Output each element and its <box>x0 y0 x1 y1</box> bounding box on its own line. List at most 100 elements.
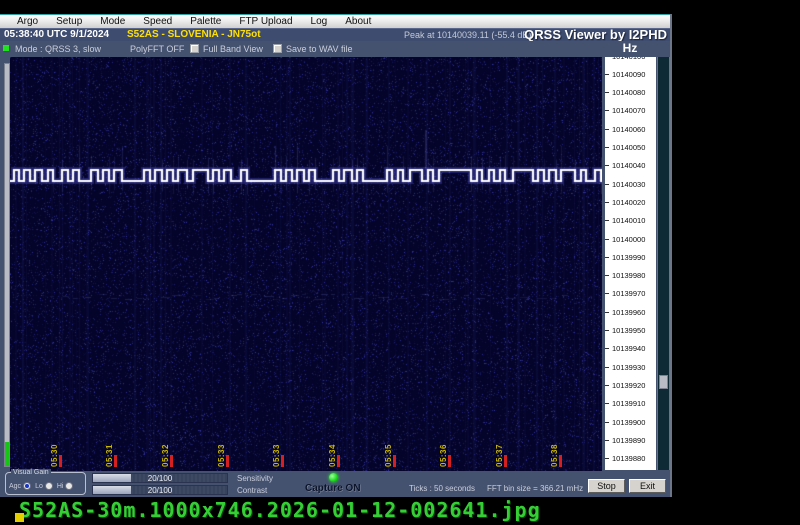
freq-value: 10139940 <box>612 344 645 353</box>
status-bar: 05:38:40 UTC 9/1/2024 S52AS - SLOVENIA -… <box>0 28 670 41</box>
freq-tick-mark <box>605 458 609 459</box>
freq-tick-mark <box>605 385 609 386</box>
signal-level-fill <box>5 442 9 466</box>
radio-agc[interactable] <box>23 482 31 490</box>
freq-tick-mark <box>605 312 609 313</box>
menu-item-setup[interactable]: Setup <box>47 15 91 28</box>
freq-label: 10139900 <box>605 417 656 427</box>
utc-clock: 05:38:40 UTC 9/1/2024 <box>4 29 109 40</box>
freq-label: 10139970 <box>605 289 656 299</box>
freq-tick-mark <box>605 147 609 148</box>
freq-tick-mark <box>605 92 609 93</box>
visual-gain-radios: Agc Lo Hi <box>9 482 77 490</box>
ticks-info: Ticks : 50 seconds <box>409 484 475 493</box>
capture-status: Capture ON <box>305 483 361 494</box>
console-cursor <box>15 513 24 522</box>
waterfall-canvas <box>10 57 602 471</box>
freq-label: 10139940 <box>605 344 656 354</box>
frequency-scrollbar[interactable] <box>657 57 670 470</box>
freq-value: 10139890 <box>612 436 645 445</box>
polyfft-status: PolyFFT OFF <box>130 44 184 54</box>
radio-hi[interactable] <box>65 482 73 490</box>
time-tick-mark <box>448 455 451 467</box>
waterfall-display: 05:3005:3105:3205:3305:3305:3405:3505:36… <box>10 57 602 471</box>
time-tick-mark <box>281 455 284 467</box>
menu-item-argo[interactable]: Argo <box>8 15 47 28</box>
full-band-view-checkbox[interactable] <box>190 44 199 53</box>
visual-gain-group: Visual Gain Agc Lo Hi <box>5 472 86 495</box>
freq-tick-mark <box>605 184 609 185</box>
contrast-value: 20/100 <box>93 486 227 495</box>
exit-button[interactable]: Exit <box>629 479 666 493</box>
freq-label: 10140020 <box>605 197 656 207</box>
time-tick-mark <box>59 455 62 467</box>
freq-value: 10139900 <box>612 418 645 427</box>
freq-label: 10140050 <box>605 143 656 153</box>
freq-value: 10140070 <box>612 106 645 115</box>
save-to-wav-label: Save to WAV file <box>286 44 353 54</box>
stop-button[interactable]: Stop <box>588 479 625 493</box>
freq-label: 10139930 <box>605 362 656 372</box>
save-to-wav-checkbox[interactable] <box>273 44 282 53</box>
freq-value: 10140050 <box>612 143 645 152</box>
sensitivity-value: 20/100 <box>93 474 227 483</box>
freq-tick-mark <box>605 367 609 368</box>
freq-tick-mark <box>605 257 609 258</box>
freq-label: 10140040 <box>605 161 656 171</box>
freq-label: 10140070 <box>605 106 656 116</box>
freq-label: 10139990 <box>605 252 656 262</box>
menu-item-ftp-upload[interactable]: FTP Upload <box>230 15 301 28</box>
freq-value: 10139880 <box>612 454 645 463</box>
time-tick-mark <box>226 455 229 467</box>
contrast-slider[interactable]: 20/100 <box>92 485 228 495</box>
sensitivity-label: Sensitivity <box>237 474 273 483</box>
freq-value: 10139960 <box>612 308 645 317</box>
freq-tick-mark <box>605 202 609 203</box>
menu-item-speed[interactable]: Speed <box>134 15 181 28</box>
hz-unit-label: Hz <box>607 41 653 55</box>
argo-window: ArgoSetupModeSpeedPaletteFTP UploadLogAb… <box>0 14 672 497</box>
freq-label: 10140010 <box>605 216 656 226</box>
freq-value: 10140060 <box>612 125 645 134</box>
control-bar: Visual Gain Agc Lo Hi 20/100 20/100 Sensit… <box>0 471 670 497</box>
time-tick-mark <box>170 455 173 467</box>
menu-item-mode[interactable]: Mode <box>91 15 134 28</box>
menu-item-palette[interactable]: Palette <box>181 15 230 28</box>
contrast-label: Contrast <box>237 486 267 495</box>
freq-label: 10140000 <box>605 234 656 244</box>
sensitivity-slider[interactable]: 20/100 <box>92 473 228 483</box>
freq-label: 10140090 <box>605 69 656 79</box>
menu-bar: ArgoSetupModeSpeedPaletteFTP UploadLogAb… <box>0 14 670 28</box>
mode-readout: Mode : QRSS 3, slow <box>15 44 101 54</box>
app-title: QRSS Viewer by I2PHD <box>524 27 667 42</box>
freq-value: 10140000 <box>612 235 645 244</box>
mode-bar: Mode : QRSS 3, slow PolyFFT OFF Full Ban… <box>0 41 670 57</box>
freq-tick-mark <box>605 330 609 331</box>
menu-item-about[interactable]: About <box>336 15 380 28</box>
menu-item-log[interactable]: Log <box>302 15 337 28</box>
radio-label-hi: Hi <box>57 483 64 490</box>
radio-label-agc: Agc <box>9 483 21 490</box>
freq-tick-mark <box>605 74 609 75</box>
peak-readout: Peak at 10140039.11 (-55.4 dB) <box>404 30 531 40</box>
freq-tick-mark <box>605 440 609 441</box>
radio-label-lo: Lo <box>35 483 43 490</box>
time-tick-mark <box>504 455 507 467</box>
freq-tick-mark <box>605 403 609 404</box>
visual-gain-label: Visual Gain <box>11 469 51 476</box>
freq-label: 10139960 <box>605 307 656 317</box>
freq-value: 10139910 <box>612 399 645 408</box>
scrollbar-thumb[interactable] <box>659 375 668 389</box>
time-tick-mark <box>393 455 396 467</box>
freq-value: 10139980 <box>612 271 645 280</box>
freq-value: 10140090 <box>612 70 645 79</box>
fft-bin-info: FFT bin size = 366.21 mHz <box>487 484 583 493</box>
capture-led-icon <box>329 473 338 482</box>
freq-value: 10140040 <box>612 161 645 170</box>
freq-tick-mark <box>605 165 609 166</box>
radio-lo[interactable] <box>45 482 53 490</box>
freq-value: 10139920 <box>612 381 645 390</box>
freq-value: 10140100 <box>612 57 645 61</box>
time-tick-mark <box>114 455 117 467</box>
freq-tick-mark <box>605 110 609 111</box>
